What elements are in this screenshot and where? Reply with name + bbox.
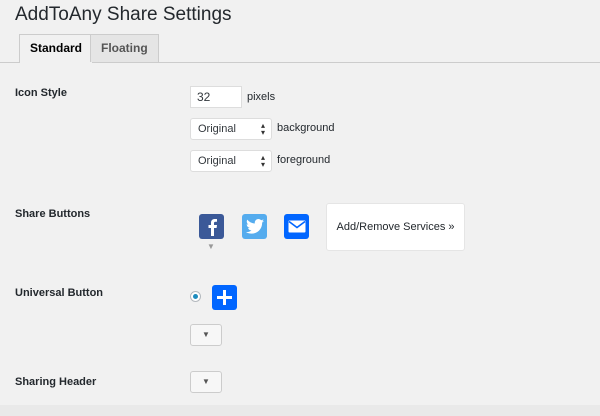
tab-floating[interactable]: Floating — [90, 34, 159, 62]
tab-standard[interactable]: Standard — [19, 34, 94, 63]
foreground-select-value: Original — [198, 155, 236, 167]
twitter-icon[interactable] — [242, 214, 267, 239]
chevron-down-icon: ▼ — [202, 330, 210, 339]
add-remove-services-button[interactable]: Add/Remove Services » — [326, 203, 465, 251]
icon-size-input[interactable] — [190, 86, 242, 108]
icon-size-unit: pixels — [247, 91, 276, 103]
sharing-header-dropdown[interactable]: ▼ — [190, 371, 222, 393]
share-buttons-label: Share Buttons — [15, 208, 91, 220]
universal-button-radio[interactable] — [190, 291, 201, 302]
select-down-arrow-icon: ▾ — [260, 128, 265, 137]
facebook-icon[interactable] — [199, 214, 224, 239]
foreground-label: foreground — [277, 154, 331, 166]
foreground-select[interactable]: Original ▴ ▾ — [190, 150, 272, 172]
page-title: AddToAny Share Settings — [15, 4, 232, 25]
universal-button-dropdown[interactable]: ▼ — [190, 324, 222, 346]
email-icon[interactable] — [284, 214, 309, 239]
background-select-value: Original — [198, 123, 236, 135]
background-label: background — [277, 122, 335, 134]
select-down-arrow-icon: ▾ — [260, 160, 265, 169]
sharing-header-label: Sharing Header — [15, 376, 97, 388]
footer-divider — [0, 405, 600, 416]
chevron-down-icon: ▼ — [202, 377, 210, 386]
drag-handle-icon[interactable]: ▼ — [207, 242, 215, 251]
icon-style-label: Icon Style — [15, 87, 67, 99]
universal-button-label: Universal Button — [15, 287, 104, 299]
background-select[interactable]: Original ▴ ▾ — [190, 118, 272, 140]
add-remove-services-label: Add/Remove Services » — [336, 221, 455, 233]
plus-icon[interactable] — [212, 285, 237, 310]
